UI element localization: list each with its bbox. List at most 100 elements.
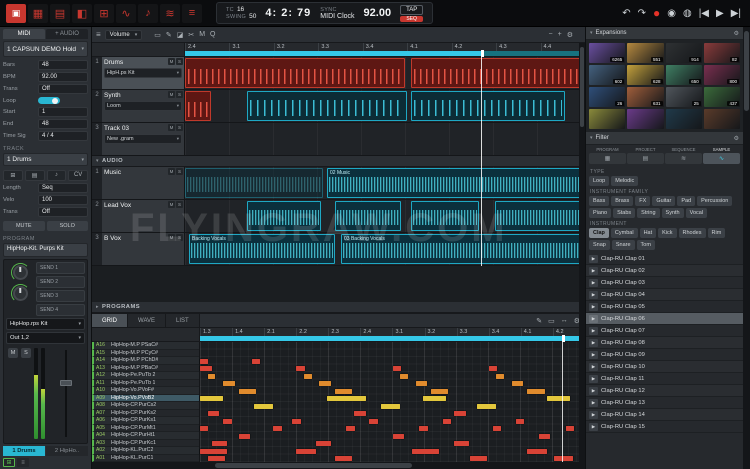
sync-value[interactable]: MIDI Clock	[320, 13, 354, 20]
midi-note[interactable]	[200, 426, 208, 431]
expansion-tile[interactable]	[704, 109, 740, 129]
family-chip-bass[interactable]: Bass	[589, 196, 609, 206]
zoom-in-icon[interactable]: +	[558, 31, 562, 39]
midi-note[interactable]	[454, 411, 466, 416]
send-level-knob[interactable]	[13, 286, 28, 301]
midi-note[interactable]	[327, 396, 366, 401]
mixer-tab-2-hipho[interactable]: 2 HipHo..	[46, 446, 88, 456]
pad-mixer-icon[interactable]: ≋	[160, 4, 180, 23]
quantize-tool-icon[interactable]: Q	[210, 31, 215, 39]
zoom-out-icon[interactable]: −	[549, 31, 553, 39]
pad-grid-icon[interactable]: ⊞	[3, 170, 23, 181]
play-sample-icon[interactable]: ▶	[589, 387, 598, 395]
play-sample-icon[interactable]: ▶	[589, 279, 598, 287]
track-solo-button[interactable]: S	[176, 91, 183, 98]
filter-tab-sample[interactable]: SAMPLE∿	[703, 147, 740, 164]
midi-note[interactable]	[393, 366, 401, 371]
channel-solo-button[interactable]: S	[21, 348, 31, 358]
volume-fader[interactable]	[48, 348, 83, 439]
clip[interactable]	[411, 58, 585, 88]
midi-note[interactable]	[393, 434, 405, 439]
play-sample-icon[interactable]: ▶	[589, 339, 598, 347]
pad-row-a07[interactable]: A07HipHop-CP.PurKs2	[92, 410, 199, 418]
sample-row[interactable]: ▶Clap-RU Clap 03	[586, 277, 743, 289]
midi-note[interactable]	[223, 419, 231, 424]
velo-value[interactable]: 100	[38, 195, 88, 205]
midi-note[interactable]	[539, 434, 551, 439]
audio-track-header-b-vox[interactable]: 3B VoxMS	[92, 233, 185, 265]
tab-midi[interactable]: MIDI	[3, 29, 45, 39]
pad-row-a10[interactable]: A10HipHop-Vo.PVoF#	[92, 387, 199, 395]
track-mute-button[interactable]: M	[168, 58, 175, 65]
midi-note[interactable]	[369, 419, 377, 424]
send-slot[interactable]: SEND 2	[36, 276, 85, 288]
expansion-tile[interactable]	[589, 109, 625, 129]
clip[interactable]: 02 Music	[327, 168, 585, 198]
bpm-value[interactable]: 92.00	[38, 72, 88, 82]
track-lane[interactable]	[185, 200, 585, 232]
select-tool-icon[interactable]: ▭	[154, 31, 161, 39]
clip[interactable]	[335, 201, 401, 231]
settings-icon[interactable]: ⚙	[567, 31, 573, 39]
midi-note[interactable]	[400, 374, 408, 379]
loop-toggle[interactable]	[38, 96, 88, 105]
editor-tab-list[interactable]: LIST	[166, 314, 200, 327]
midi-note[interactable]	[489, 366, 497, 371]
expansion-tile[interactable]: 437	[704, 87, 740, 107]
midi-note[interactable]	[354, 411, 366, 416]
step-sequencer-icon[interactable]: ⊞	[94, 4, 114, 23]
menu-icon[interactable]: ≡	[96, 30, 101, 39]
track-program-select[interactable]: New .gram▾	[104, 134, 182, 144]
expansion-tile[interactable]: 25	[666, 87, 702, 107]
midi-note[interactable]	[527, 449, 546, 454]
midi-note[interactable]	[554, 456, 573, 461]
midi-note[interactable]	[547, 396, 570, 401]
audio-output-select[interactable]: Out 1,2▾	[6, 332, 85, 344]
filter-tab-project[interactable]: PROJECT▤	[627, 147, 664, 164]
sample-row[interactable]: ▶Clap-RU Clap 13	[586, 397, 743, 409]
instrument-chip-hat[interactable]: Hat	[640, 228, 657, 238]
bar-beat-tick-counter[interactable]: 4: 2: 79	[265, 7, 311, 19]
expansions-header[interactable]: ▾ Expansions ⚙	[586, 27, 743, 40]
timeline-ruler[interactable]: 2.43.13.23.33.44.14.24.34.4	[92, 43, 585, 57]
mpc-logo-icon[interactable]: ▣	[6, 4, 26, 23]
midi-note[interactable]	[239, 389, 256, 394]
track-program-select[interactable]: HipH.ps Kit▾	[104, 68, 182, 78]
midi-note[interactable]	[319, 381, 331, 386]
editor-tab-grid[interactable]: GRID	[92, 314, 128, 327]
midi-note[interactable]	[304, 374, 312, 379]
family-chip-brass[interactable]: Brass	[611, 196, 633, 206]
start-value[interactable]: 1	[38, 107, 88, 117]
sample-row[interactable]: ▶Clap-RU Clap 01	[586, 253, 743, 265]
note-grid[interactable]	[200, 342, 585, 462]
midi-note[interactable]	[208, 411, 220, 416]
overdub-icon[interactable]: ◉	[667, 8, 676, 19]
midi-note[interactable]	[252, 359, 260, 364]
main-mode-icon[interactable]: ▦	[28, 4, 48, 23]
pan-knob[interactable]	[13, 265, 28, 280]
midi-note[interactable]	[296, 449, 315, 454]
pad-row-a01[interactable]: A01HipHop-KL.PurC1	[92, 455, 199, 463]
undo-icon[interactable]: ↶	[622, 8, 630, 19]
clip[interactable]	[185, 168, 323, 198]
clip[interactable]	[185, 58, 405, 88]
midi-note[interactable]	[254, 404, 273, 409]
automation-param-select[interactable]: Volume▾	[105, 30, 143, 40]
audio-section-header[interactable]: ▾ AUDIO	[92, 156, 585, 167]
expansion-tile[interactable]: 628	[627, 65, 663, 85]
instrument-chip-cymbal[interactable]: Cymbal	[611, 228, 638, 238]
family-chip-percussion[interactable]: Percussion	[697, 196, 732, 206]
editor-tab-wave[interactable]: WAVE	[128, 314, 166, 327]
family-chip-stabs[interactable]: Stabs	[613, 208, 635, 218]
midi-note[interactable]	[443, 419, 451, 424]
instrument-chip-snare[interactable]: Snare	[612, 240, 635, 250]
track-program-select[interactable]: Loom▾	[104, 101, 182, 111]
play-sample-icon[interactable]: ▶	[589, 411, 598, 419]
play-sample-icon[interactable]: ▶	[589, 375, 598, 383]
clip[interactable]	[247, 91, 407, 121]
horizontal-scrollbar[interactable]	[92, 462, 585, 469]
expansion-tile[interactable]: 800	[704, 65, 740, 85]
sample-row[interactable]: ▶Clap-RU Clap 04	[586, 289, 743, 301]
midi-note[interactable]	[239, 434, 251, 439]
sample-row[interactable]: ▶Clap-RU Clap 15	[586, 421, 743, 433]
